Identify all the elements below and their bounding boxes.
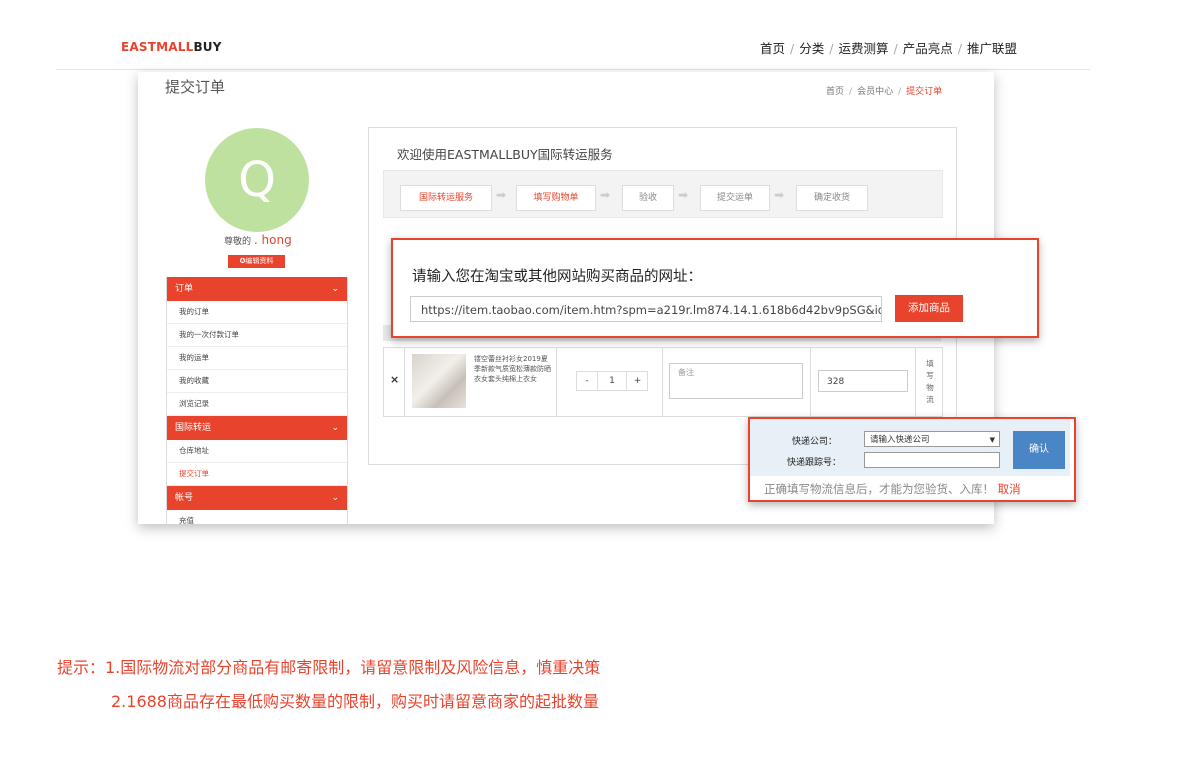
caret-down-icon: ▼ [989, 436, 995, 444]
sidebar-item-one-time-orders[interactable]: 我的一次付款订单 [167, 324, 347, 347]
sidebar-item-recharge[interactable]: 充值 [167, 510, 347, 524]
fill-logistics-link[interactable]: 填写物流 [924, 358, 936, 406]
cancel-link[interactable]: 取消 [998, 482, 1021, 496]
nav-separator: / [829, 41, 834, 56]
sidebar: 订单 ⌄ 我的订单 我的一次付款订单 我的运单 我的收藏 浏览记录 国际转运 ⌄ 仓… [166, 277, 348, 524]
nav-category[interactable]: 分类 [799, 41, 824, 56]
cell-divider [915, 348, 916, 416]
breadcrumb-current: 提交订单 [906, 87, 943, 97]
tracking-number-input[interactable] [864, 452, 1000, 468]
page-title: 提交订单 [165, 78, 226, 96]
step-inspection: 验收 [622, 185, 674, 211]
sidebar-section-label: 国际转运 [175, 423, 212, 433]
quantity-stepper: - 1 + [576, 371, 648, 391]
username: . hong [253, 233, 292, 247]
table-row: × 镂空蕾丝衬衫女2019夏季新款气质宽松薄款防晒衣女套头纯棉上衣女 - 1 +… [383, 347, 943, 417]
sidebar-item-submit-order[interactable]: 提交订单 [167, 463, 347, 486]
sidebar-section-label: 帐号 [175, 493, 194, 503]
express-company-select[interactable]: 请输入快递公司 ▼ [864, 431, 1000, 447]
top-nav: 首页 / 分类 / 运费测算 / 产品亮点 / 推广联盟 [760, 38, 1017, 57]
express-company-label: 快递公司： [792, 437, 838, 447]
product-name[interactable]: 镂空蕾丝衬衫女2019夏季新款气质宽松薄款防晒衣女套头纯棉上衣女 [474, 354, 554, 384]
cell-divider [810, 348, 811, 416]
logo-text-part2: BUY [193, 40, 222, 54]
sidebar-item-history[interactable]: 浏览记录 [167, 393, 347, 416]
cell-divider [662, 348, 663, 416]
url-prompt-label: 请输入您在淘宝或其他网站购买商品的网址： [412, 269, 702, 285]
nav-affiliate[interactable]: 推广联盟 [967, 41, 1017, 56]
express-form-area: 快递公司： 请输入快递公司 ▼ 快递跟踪号： 确认 [750, 419, 1070, 476]
cell-divider [404, 348, 405, 416]
sidebar-section-forwarding[interactable]: 国际转运 ⌄ [167, 416, 347, 440]
sidebar-item-favorites[interactable]: 我的收藏 [167, 370, 347, 393]
delete-icon[interactable]: × [390, 373, 399, 386]
qty-minus-button[interactable]: - [577, 372, 598, 390]
note-line-2: 2.1688商品存在最低购买数量的限制，购买时请留意商家的起批数量 [111, 692, 599, 711]
site-logo[interactable]: EASTMALLBUY [121, 40, 222, 54]
chevron-down-icon: ⌄ [331, 423, 339, 433]
nav-home[interactable]: 首页 [760, 41, 785, 56]
confirm-button[interactable]: 确认 [1013, 431, 1065, 469]
step-submit-waybill: 提交运单 [700, 185, 770, 211]
price-input[interactable]: 328 [818, 370, 908, 392]
edit-profile-button[interactable]: ✪编辑资料 [228, 255, 285, 268]
url-input-popup: 请输入您在淘宝或其他网站购买商品的网址： https://item.taobao… [391, 238, 1039, 338]
product-thumbnail[interactable] [412, 354, 466, 408]
header-divider [56, 69, 1090, 70]
nav-separator: / [957, 41, 962, 56]
greeting-text: 尊敬的 [224, 237, 252, 247]
sidebar-item-warehouse[interactable]: 仓库地址 [167, 440, 347, 463]
product-url-input[interactable]: https://item.taobao.com/item.htm?spm=a21… [410, 296, 882, 322]
nav-highlights[interactable]: 产品亮点 [903, 41, 953, 56]
breadcrumb-separator: / [849, 87, 853, 97]
user-greeting: 尊敬的 . hong [224, 233, 292, 247]
add-product-button[interactable]: 添加商品 [895, 295, 963, 322]
express-company-placeholder: 请输入快递公司 [870, 435, 930, 445]
breadcrumb-separator: / [898, 87, 902, 97]
nav-separator: / [790, 41, 795, 56]
step-forwarding-service: 国际转运服务 [400, 185, 492, 211]
nav-separator: / [893, 41, 898, 56]
cell-divider [556, 348, 557, 416]
note-input[interactable]: 备注 [669, 363, 803, 399]
nav-shipping-calc[interactable]: 运费测算 [838, 41, 888, 56]
breadcrumb-home[interactable]: 首页 [826, 87, 844, 97]
express-tip: 正确填写物流信息后，才能为您验货、入库！ 取消 [764, 481, 1021, 497]
breadcrumb: 首页 / 会员中心 / 提交订单 [826, 84, 942, 97]
note-line-1: 提示：1.国际物流对部分商品有邮寄限制，请留意限制及风险信息，慎重决策 [57, 658, 601, 677]
sidebar-section-account[interactable]: 帐号 ⌄ [167, 486, 347, 510]
welcome-text: 欢迎使用EASTMALLBUY国际转运服务 [397, 147, 613, 162]
qty-value[interactable]: 1 [599, 372, 625, 390]
express-tip-text: 正确填写物流信息后，才能为您验货、入库！ [764, 482, 994, 496]
breadcrumb-member[interactable]: 会员中心 [857, 87, 893, 97]
avatar: Q [205, 128, 309, 232]
qty-plus-button[interactable]: + [626, 372, 648, 390]
chevron-down-icon: ⌄ [331, 284, 339, 294]
tracking-number-label: 快递跟踪号： [787, 458, 842, 468]
express-info-popup: 快递公司： 请输入快递公司 ▼ 快递跟踪号： 确认 正确填写物流信息后，才能为您… [748, 417, 1076, 502]
sidebar-item-my-waybills[interactable]: 我的运单 [167, 347, 347, 370]
step-confirm-receipt: 确定收货 [796, 185, 868, 211]
sidebar-item-my-orders[interactable]: 我的订单 [167, 301, 347, 324]
logo-text-part1: EASTMALL [121, 40, 194, 54]
chevron-down-icon: ⌄ [331, 493, 339, 503]
sidebar-section-orders[interactable]: 订单 ⌄ [167, 277, 347, 301]
progress-steps: 国际转运服务 ➡ 填写购物单 ➡ 验收 ➡ 提交运单 ➡ 确定收货 [383, 170, 943, 218]
sidebar-section-label: 订单 [175, 284, 194, 294]
step-fill-cart: 填写购物单 [516, 185, 596, 211]
